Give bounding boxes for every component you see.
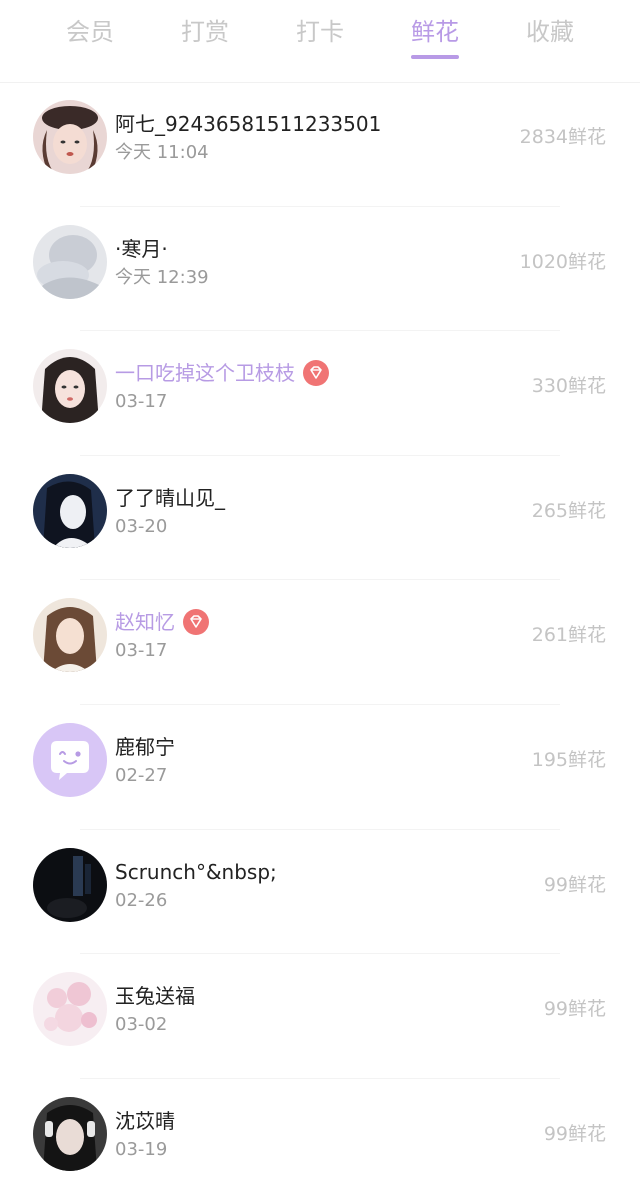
gift-date: 03-20 [115,515,168,537]
avatar[interactable] [33,349,107,424]
avatar[interactable] [33,1096,107,1171]
user-name-text: 一口吃掉这个卫枝枝 [115,361,295,386]
flower-amount: 99鲜花 [543,873,606,896]
user-name: 了了晴山见_ [115,485,225,510]
user-name: 鹿郁宁 [115,734,175,759]
user-name-text: 赵知忆 [115,610,175,635]
list-item[interactable]: 阿七_92436581511233501 今天 11:04 2834鲜花 [0,82,640,207]
user-name: 赵知忆 [115,608,209,637]
gift-date: 今天 12:39 [115,266,209,288]
list-item[interactable]: Scrunch°&nbsp; 02-26 99鲜花 [0,830,640,955]
tab-tips[interactable]: 打赏 [150,14,260,50]
gift-date: 03-02 [115,1014,168,1036]
list-item[interactable]: 了了晴山见_ 03-20 265鲜花 [0,456,640,581]
tab-checkin[interactable]: 打卡 [265,14,375,50]
flower-amount: 330鲜花 [531,375,606,398]
gift-date: 03-17 [115,640,168,662]
flower-amount: 2834鲜花 [519,126,606,148]
flower-gift-list: 阿七_92436581511233501 今天 11:04 2834鲜花 ·寒月… [0,82,640,1203]
tab-flowers[interactable]: 鲜花 [380,14,490,50]
avatar[interactable] [33,972,107,1047]
list-item[interactable]: 赵知忆 03-17 261鲜花 [0,580,640,705]
flower-amount: 261鲜花 [531,624,606,647]
flower-amount: 99鲜花 [543,998,606,1021]
tab-members[interactable]: 会员 [35,14,145,50]
user-name: 沈苡晴 [115,1108,175,1133]
user-name: Scrunch°&nbsp; [115,859,277,884]
avatar[interactable] [33,847,107,922]
list-item[interactable]: 玉兔送福 03-02 99鲜花 [0,954,640,1079]
avatar[interactable] [33,100,107,174]
tab-bar: 会员 打赏 打卡 鲜花 收藏 [0,0,640,83]
gift-date: 今天 11:04 [115,142,209,163]
active-tab-indicator [411,55,459,59]
list-item[interactable]: ·寒月· 今天 12:39 1020鲜花 [0,207,640,332]
avatar[interactable] [33,598,107,673]
gift-date: 02-26 [115,889,168,911]
user-name: 玉兔送福 [115,984,195,1009]
vip-diamond-icon [303,359,329,386]
flower-amount: 195鲜花 [531,748,606,771]
flower-amount: 1020鲜花 [519,250,606,273]
list-item[interactable]: 一口吃掉这个卫枝枝 03-17 330鲜花 [0,331,640,456]
avatar[interactable] [33,473,107,548]
list-item[interactable]: 沈苡晴 03-19 99鲜花 [0,1079,640,1203]
tab-favorites[interactable]: 收藏 [495,14,605,50]
flower-amount: 265鲜花 [531,499,606,522]
user-name: ·寒月· [115,236,168,261]
list-item[interactable]: 鹿郁宁 02-27 195鲜花 [0,705,640,830]
flower-amount: 99鲜花 [543,1122,606,1145]
gift-date: 03-19 [115,1138,168,1160]
gift-date: 03-17 [115,391,168,413]
gift-date: 02-27 [115,764,168,786]
avatar[interactable] [33,722,107,797]
avatar[interactable] [33,224,107,299]
vip-diamond-icon [183,608,209,635]
user-name: 一口吃掉这个卫枝枝 [115,359,329,388]
user-name: 阿七_92436581511233501 [115,112,382,136]
